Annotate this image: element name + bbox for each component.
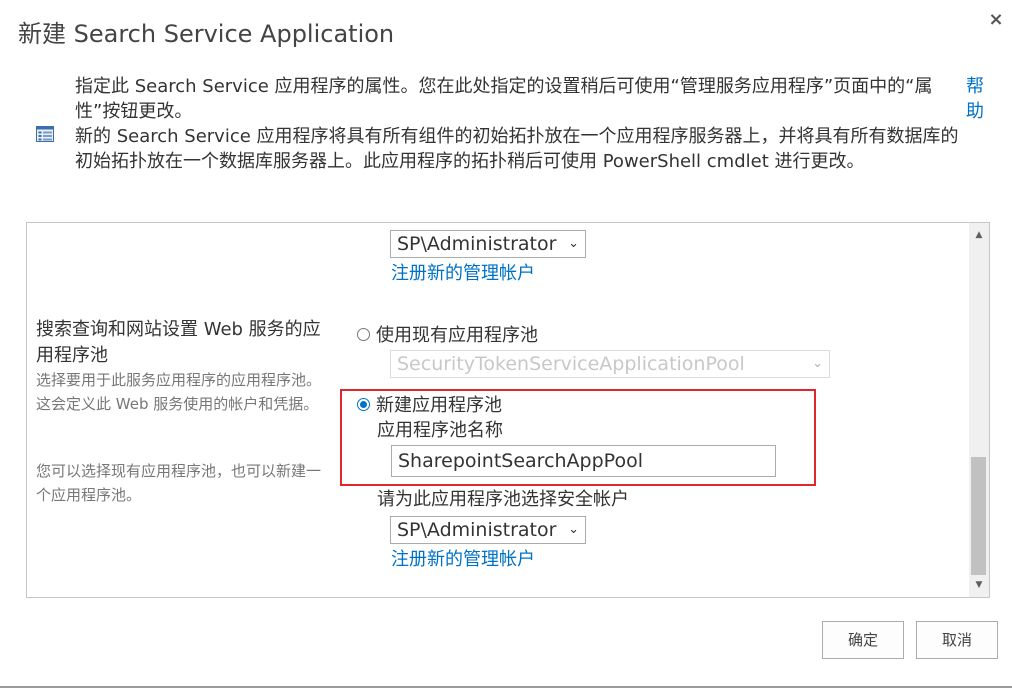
cancel-button[interactable]: 取消 bbox=[916, 621, 998, 659]
register-admin-link-top[interactable]: 注册新的管理帐户 bbox=[391, 259, 535, 285]
intro-paragraph-2: 新的 Search Service 应用程序将具有所有组件的初始拓扑放在一个应用… bbox=[75, 126, 959, 172]
chevron-down-icon: ⌄ bbox=[568, 236, 579, 251]
existing-pool-select: SecurityTokenServiceApplicationPool ⌄ bbox=[390, 350, 830, 378]
app-pool-section-desc-2: 您可以选择现有应用程序池，也可以新建一个应用程序池。 bbox=[36, 462, 322, 504]
chevron-down-icon: ⌄ bbox=[812, 356, 823, 371]
radio-checked-icon[interactable] bbox=[357, 397, 370, 411]
vertical-scrollbar[interactable]: ▲ ▼ bbox=[969, 223, 989, 597]
scroll-down-icon[interactable]: ▼ bbox=[969, 575, 989, 595]
close-icon[interactable]: × bbox=[986, 10, 1006, 30]
help-link[interactable]: 帮助 bbox=[966, 74, 988, 124]
dialog-title: 新建 Search Service Application bbox=[18, 20, 395, 48]
register-admin-link-bottom[interactable]: 注册新的管理帐户 bbox=[391, 545, 535, 571]
dialog-bottom-divider bbox=[0, 686, 1012, 688]
properties-icon bbox=[36, 126, 54, 142]
ok-button[interactable]: 确定 bbox=[822, 621, 904, 659]
existing-pool-select-value: SecurityTokenServiceApplicationPool bbox=[397, 353, 745, 375]
app-pool-section-desc-1: 选择要用于此服务应用程序的应用程序池。这会定义此 Web 服务使用的帐户和凭据。 bbox=[36, 371, 322, 413]
radio-unchecked-icon[interactable] bbox=[357, 327, 370, 341]
create-new-pool-label: 新建应用程序池 bbox=[376, 395, 502, 416]
intro-text: 指定此 Search Service 应用程序的属性。您在此处指定的设置稍后可使… bbox=[75, 74, 965, 174]
intro-paragraph-1: 指定此 Search Service 应用程序的属性。您在此处指定的设置稍后可使… bbox=[75, 76, 933, 122]
use-existing-pool-label: 使用现有应用程序池 bbox=[376, 325, 538, 346]
settings-scroll-panel: SP\Administrator ⌄ 注册新的管理帐户 搜索查询和网站设置 We… bbox=[26, 222, 990, 598]
admin-account-select-top[interactable]: SP\Administrator ⌄ bbox=[390, 230, 586, 258]
security-account-select[interactable]: SP\Administrator ⌄ bbox=[390, 516, 586, 544]
security-account-select-value: SP\Administrator bbox=[397, 519, 557, 541]
use-existing-pool-radio[interactable]: 使用现有应用程序池 bbox=[357, 321, 538, 347]
create-new-pool-radio[interactable]: 新建应用程序池 bbox=[357, 391, 502, 417]
pool-name-input[interactable]: SharepointSearchAppPool bbox=[391, 445, 776, 477]
admin-account-select-top-value: SP\Administrator bbox=[397, 233, 557, 255]
new-search-service-dialog: 新建 Search Service Application × 指定此 Sear… bbox=[0, 0, 1012, 691]
scroll-up-icon[interactable]: ▲ bbox=[969, 225, 989, 245]
chevron-down-icon: ⌄ bbox=[568, 522, 579, 537]
security-account-label: 请为此应用程序池选择安全帐户 bbox=[377, 489, 629, 510]
app-pool-section-title: 搜索查询和网站设置 Web 服务的应用程序池 bbox=[36, 319, 321, 366]
pool-name-label: 应用程序池名称 bbox=[377, 420, 503, 441]
scroll-thumb[interactable] bbox=[971, 457, 986, 575]
